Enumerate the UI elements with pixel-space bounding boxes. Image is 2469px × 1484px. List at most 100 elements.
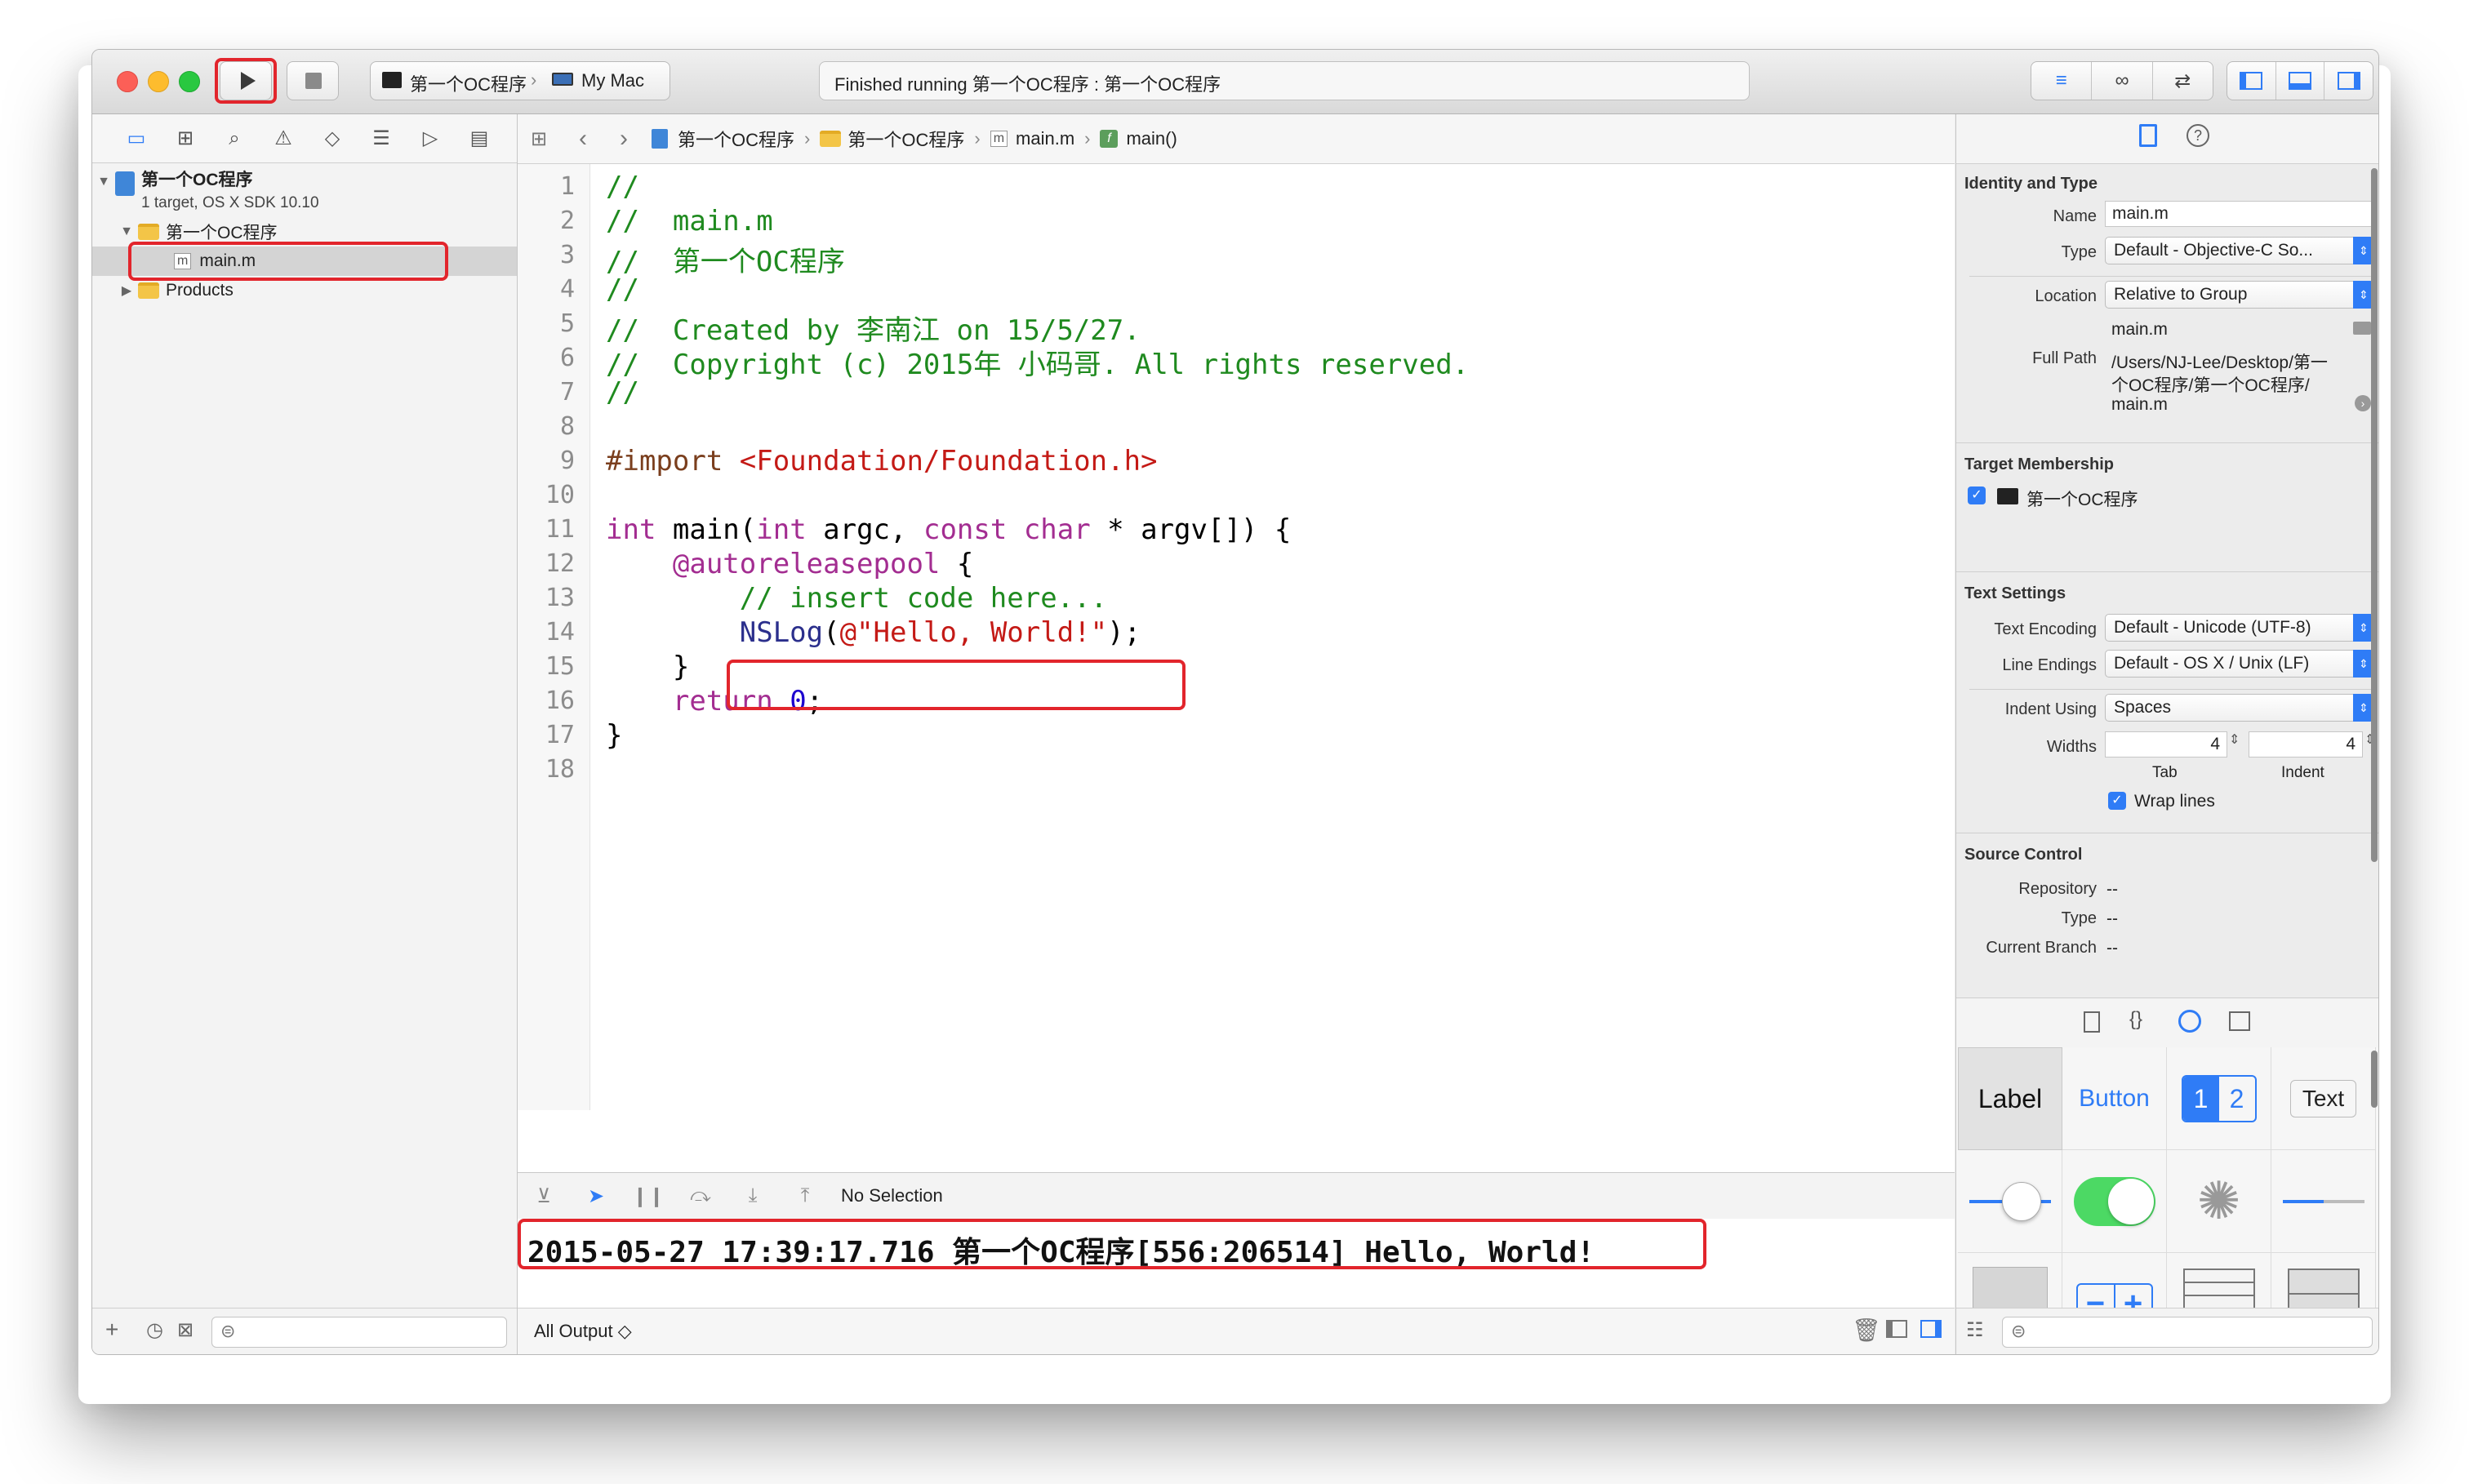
- stop-button[interactable]: [287, 61, 339, 100]
- hierarchy-icon[interactable]: ⊞: [161, 127, 210, 150]
- scheme-device-label: My Mac: [581, 70, 644, 91]
- navigator-filter-input[interactable]: ⊜: [211, 1317, 507, 1348]
- object-library-icon[interactable]: [2178, 1010, 2201, 1033]
- back-icon[interactable]: ‹: [560, 125, 606, 153]
- library-switch-item[interactable]: [2062, 1150, 2167, 1253]
- library-progress-item[interactable]: [2271, 1150, 2376, 1253]
- library-textfield-item[interactable]: Text: [2271, 1047, 2376, 1150]
- target-checkbox[interactable]: ✓: [1968, 487, 1986, 504]
- code-snippet-icon[interactable]: {}: [2129, 1008, 2142, 1031]
- library-scrollbar[interactable]: [2371, 1051, 2378, 1108]
- assistant-editor-button[interactable]: ∞: [2091, 62, 2151, 100]
- file-template-icon[interactable]: [2084, 1011, 2100, 1033]
- library-label-item[interactable]: Label: [1958, 1047, 2062, 1150]
- reveal-arrow-icon[interactable]: ›: [2355, 395, 2371, 411]
- name-field[interactable]: main.m: [2105, 201, 2378, 227]
- media-library-icon[interactable]: [2229, 1011, 2250, 1031]
- separator: [1969, 689, 2374, 690]
- step-over-icon[interactable]: ⤼: [674, 1184, 727, 1207]
- folder-icon[interactable]: ▭: [112, 127, 161, 150]
- chevron-right-icon: ›: [974, 128, 981, 149]
- left-panel-icon: [2240, 72, 2263, 90]
- jump-symbol[interactable]: main(): [1126, 128, 1177, 149]
- project-icon: [652, 129, 668, 149]
- related-items-icon[interactable]: ⊞: [518, 127, 560, 151]
- tree-row-products[interactable]: ▶ Products: [92, 276, 517, 305]
- branch-label: Current Branch: [1986, 939, 2097, 957]
- step-into-icon[interactable]: ⤓: [727, 1184, 779, 1207]
- indent-width-field[interactable]: 4: [2249, 731, 2363, 758]
- token: main(: [656, 513, 757, 546]
- tab-width-field[interactable]: 4: [2105, 731, 2227, 758]
- wrap-checkbox[interactable]: ✓: [2108, 792, 2126, 810]
- trash-icon[interactable]: 🗑: [1852, 1317, 1881, 1344]
- disclosure-open-icon[interactable]: ▼: [92, 175, 115, 189]
- library-selector-bar: {}: [1956, 998, 2378, 1048]
- line-number: 2: [559, 207, 575, 235]
- toggle-navigator-button[interactable]: [2227, 62, 2275, 100]
- utilities-inspector: ? Identity and Type Name main.m Type Def…: [1955, 114, 2378, 1354]
- test-icon[interactable]: ◇: [308, 127, 357, 150]
- minimize-window-button[interactable]: [148, 71, 169, 92]
- toggle-utilities-button[interactable]: [2324, 62, 2373, 100]
- search-icon[interactable]: ⌕: [210, 127, 259, 150]
- switch-icon: [2073, 1176, 2155, 1226]
- code-line-7: //: [606, 376, 639, 409]
- breakpoints-toggle-icon[interactable]: ➤: [570, 1184, 622, 1208]
- inspector-scrollbar[interactable]: [2371, 168, 2378, 862]
- text-settings-title: Text Settings: [1964, 584, 2066, 602]
- location-popup[interactable]: Relative to Group ⇕: [2105, 281, 2374, 309]
- endings-popup[interactable]: Default - OS X / Unix (LF) ⇕: [2105, 650, 2374, 678]
- version-editor-button[interactable]: ⇄: [2151, 62, 2213, 100]
- disclosure-closed-icon[interactable]: ▶: [115, 282, 138, 299]
- name-label: Name: [2053, 207, 2097, 225]
- library-slider-item[interactable]: [1958, 1150, 2062, 1253]
- grid-list-icon[interactable]: ☷: [1966, 1318, 1984, 1342]
- standard-editor-button[interactable]: ≡: [2031, 62, 2091, 100]
- type-popup[interactable]: Default - Objective-C So... ⇕: [2105, 237, 2374, 264]
- jump-group[interactable]: 第一个OC程序: [847, 126, 964, 152]
- disclosure-open-icon[interactable]: ▼: [115, 224, 138, 239]
- encoding-popup[interactable]: Default - Unicode (UTF-8) ⇕: [2105, 614, 2374, 642]
- chevron-right-icon: ›: [531, 69, 537, 90]
- lines-icon: ≡: [2055, 69, 2067, 91]
- jump-project[interactable]: 第一个OC程序: [678, 126, 794, 152]
- toggle-debug-button[interactable]: [2275, 62, 2324, 100]
- library-filter-input[interactable]: ⊜: [2002, 1317, 2373, 1348]
- debug-icon[interactable]: ☰: [357, 127, 406, 150]
- scm-icon[interactable]: ⊠: [177, 1318, 194, 1342]
- hide-debug-icon[interactable]: ⊻: [518, 1184, 570, 1208]
- library-activity-item[interactable]: ✺: [2167, 1150, 2271, 1253]
- add-icon[interactable]: +: [105, 1317, 118, 1343]
- pause-icon[interactable]: ❙❙: [622, 1184, 674, 1208]
- library-segmented-item[interactable]: 1 2: [2167, 1047, 2271, 1150]
- tab-stepper[interactable]: ⇕: [2229, 731, 2240, 748]
- help-icon[interactable]: ?: [2187, 124, 2209, 147]
- segment-1: 1: [2182, 1076, 2219, 1121]
- zoom-window-button[interactable]: [179, 71, 200, 92]
- output-filter-popup[interactable]: All Output ◇: [534, 1321, 632, 1342]
- target-name: 第一个OC程序: [2026, 491, 2138, 509]
- log-icon[interactable]: ▤: [455, 127, 504, 150]
- warning-icon[interactable]: ⚠: [259, 127, 308, 150]
- project-name: 第一个OC程序: [141, 171, 253, 189]
- tree-row-project[interactable]: ▼ 第一个OC程序 1 target, OS X SDK 10.10: [92, 168, 517, 217]
- console-highlight: [518, 1219, 1706, 1269]
- indent-popup[interactable]: Spaces ⇕: [2105, 694, 2374, 722]
- jump-file[interactable]: main.m: [1016, 128, 1074, 149]
- file-inspector-icon[interactable]: [2139, 124, 2157, 147]
- variables-view-icon[interactable]: [1886, 1320, 1907, 1338]
- line-number: 8: [559, 412, 575, 441]
- folder-icon[interactable]: [2353, 322, 2371, 335]
- tab-width-value: 4: [2210, 735, 2220, 753]
- scheme-selector[interactable]: 第一个OC程序 › My Mac: [370, 61, 670, 100]
- close-window-button[interactable]: [117, 71, 138, 92]
- breakpoint-icon[interactable]: ▷: [406, 127, 455, 150]
- forward-icon[interactable]: ›: [606, 125, 642, 153]
- console-view-icon[interactable]: [1920, 1320, 1942, 1338]
- products-name: Products: [166, 281, 234, 300]
- step-out-icon[interactable]: ⤒: [779, 1184, 831, 1207]
- library-button-item[interactable]: Button: [2062, 1047, 2167, 1150]
- line-number: 16: [545, 686, 575, 715]
- recent-icon[interactable]: ◷: [146, 1318, 163, 1342]
